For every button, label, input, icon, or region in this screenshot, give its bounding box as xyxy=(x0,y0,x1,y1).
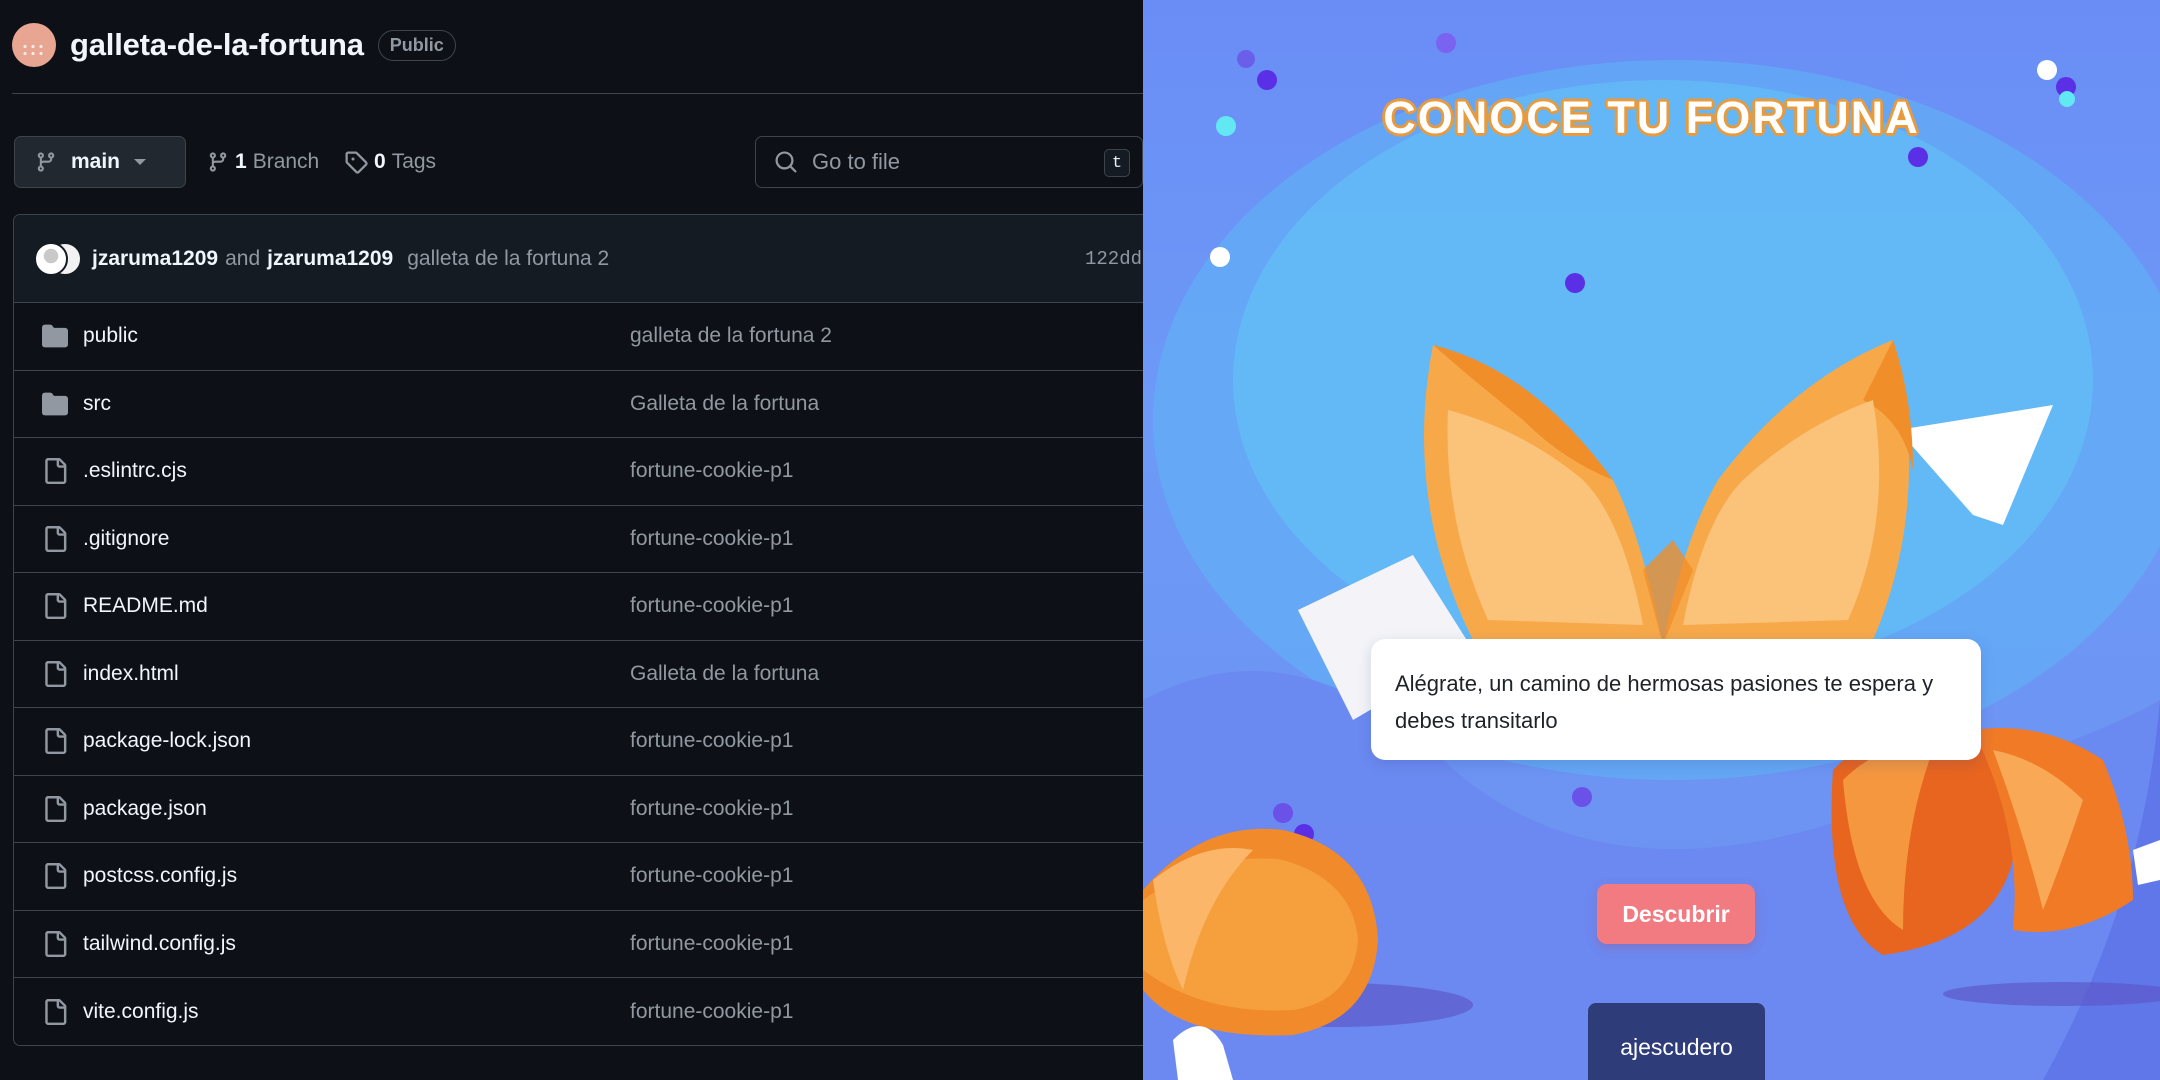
table-row[interactable]: .gitignore fortune-cookie-p1 xyxy=(14,506,1143,573)
branch-name: main xyxy=(71,150,121,173)
tags-count: 0 xyxy=(374,150,386,173)
file-name-link[interactable]: index.html xyxy=(83,662,179,686)
table-row[interactable]: src Galleta de la fortuna xyxy=(14,371,1143,438)
keyboard-shortcut-hint: t xyxy=(1104,149,1130,177)
table-row[interactable]: package-lock.json fortune-cookie-p1 xyxy=(14,708,1143,776)
file-commit-message-link[interactable]: fortune-cookie-p1 xyxy=(630,797,793,821)
fortune-message-card: Alégrate, un camino de hermosas pasiones… xyxy=(1371,639,1981,760)
fortune-app-preview: CONOCE TU FORTUNA Alégrate, un camino de… xyxy=(1143,0,2160,1080)
commit-message-link[interactable]: galleta de la fortuna 2 xyxy=(407,247,609,271)
file-commit-message-link[interactable]: Galleta de la fortuna xyxy=(630,662,819,686)
tag-icon xyxy=(345,151,368,174)
latest-commit-bar: jzaruma1209 and jzaruma1209 galleta de l… xyxy=(14,215,1143,303)
file-name-link[interactable]: .gitignore xyxy=(83,527,169,551)
branches-link[interactable]: 1 Branch xyxy=(207,136,319,188)
visibility-badge: Public xyxy=(377,29,456,61)
file-list: jzaruma1209 and jzaruma1209 galleta de l… xyxy=(13,214,1143,1046)
avatar[interactable] xyxy=(34,241,68,276)
branches-count: 1 xyxy=(235,150,247,173)
go-to-file-placeholder: Go to file xyxy=(812,149,901,174)
file-rows: public galleta de la fortuna 2 src Galleta … xyxy=(14,303,1143,1045)
file-commit-message-link[interactable]: fortune-cookie-p1 xyxy=(630,932,793,956)
file-commit-message-link[interactable]: fortune-cookie-p1 xyxy=(630,594,793,618)
file-icon xyxy=(42,458,68,485)
file-icon xyxy=(42,863,68,890)
discover-button[interactable]: Descubrir xyxy=(1597,884,1755,944)
commit-authors-joiner: and xyxy=(225,246,261,270)
file-name-link[interactable]: package-lock.json xyxy=(83,729,251,753)
search-icon xyxy=(775,151,797,173)
folder-icon xyxy=(42,323,68,349)
commit-avatars xyxy=(34,241,82,276)
owner-avatar[interactable] xyxy=(12,23,56,67)
file-commit-message-link[interactable]: fortune-cookie-p1 xyxy=(630,864,793,888)
file-commit-message-link[interactable]: fortune-cookie-p1 xyxy=(630,1000,793,1024)
file-commit-message-link[interactable]: fortune-cookie-p1 xyxy=(630,459,793,483)
repo-header: galleta-de-la-fortuna Public xyxy=(12,22,456,68)
file-name-link[interactable]: postcss.config.js xyxy=(83,864,237,888)
table-row[interactable]: README.md fortune-cookie-p1 xyxy=(14,573,1143,641)
repo-toolbar: main 1 Branch 0 Tags Go to file t xyxy=(14,136,1143,188)
author-tag: ajescudero xyxy=(1588,1003,1765,1080)
table-row[interactable]: vite.config.js fortune-cookie-p1 xyxy=(14,978,1143,1045)
file-commit-message-link[interactable]: fortune-cookie-p1 xyxy=(630,729,793,753)
file-commit-message-link[interactable]: fortune-cookie-p1 xyxy=(630,527,793,551)
table-row[interactable]: public galleta de la fortuna 2 xyxy=(14,303,1143,371)
tags-link[interactable]: 0 Tags xyxy=(344,136,436,188)
app-title: CONOCE TU FORTUNA xyxy=(1383,92,1920,143)
commit-coauthor-link[interactable]: jzaruma1209 xyxy=(267,247,393,271)
file-icon xyxy=(42,998,68,1025)
file-icon xyxy=(42,660,68,687)
branches-label: Branch xyxy=(252,150,320,173)
file-icon xyxy=(42,525,68,552)
repo-name[interactable]: galleta-de-la-fortuna xyxy=(70,27,364,63)
file-icon xyxy=(42,728,68,755)
branch-icon xyxy=(209,152,227,172)
go-to-file-input[interactable]: Go to file t xyxy=(755,136,1143,188)
chevron-down-icon xyxy=(134,159,147,165)
commit-sha-link[interactable]: 122dd1 xyxy=(1085,248,1143,270)
branch-selector-button[interactable]: main xyxy=(14,136,186,188)
tags-label: Tags xyxy=(391,150,437,173)
repository-panel: galleta-de-la-fortuna Public main 1 Bran… xyxy=(0,0,1143,1080)
file-commit-message-link[interactable]: galleta de la fortuna 2 xyxy=(630,324,832,348)
table-row[interactable]: postcss.config.js fortune-cookie-p1 xyxy=(14,843,1143,911)
file-name-link[interactable]: src xyxy=(83,392,111,416)
file-icon xyxy=(42,930,68,957)
branch-icon xyxy=(37,152,55,172)
table-row[interactable]: .eslintrc.cjs fortune-cookie-p1 xyxy=(14,438,1143,506)
file-icon xyxy=(42,593,68,620)
file-name-link[interactable]: package.json xyxy=(83,797,207,821)
file-icon xyxy=(42,795,68,822)
table-row[interactable]: tailwind.config.js fortune-cookie-p1 xyxy=(14,911,1143,978)
file-name-link[interactable]: tailwind.config.js xyxy=(83,932,236,956)
file-commit-message-link[interactable]: Galleta de la fortuna xyxy=(630,392,819,416)
folder-icon xyxy=(42,391,68,417)
commit-author-link[interactable]: jzaruma1209 xyxy=(92,247,218,271)
header-divider xyxy=(12,93,1143,94)
table-row[interactable]: index.html Galleta de la fortuna xyxy=(14,641,1143,708)
file-name-link[interactable]: public xyxy=(83,324,138,348)
file-name-link[interactable]: vite.config.js xyxy=(83,1000,199,1024)
file-name-link[interactable]: README.md xyxy=(83,594,208,618)
file-name-link[interactable]: .eslintrc.cjs xyxy=(83,459,187,483)
table-row[interactable]: package.json fortune-cookie-p1 xyxy=(14,776,1143,843)
